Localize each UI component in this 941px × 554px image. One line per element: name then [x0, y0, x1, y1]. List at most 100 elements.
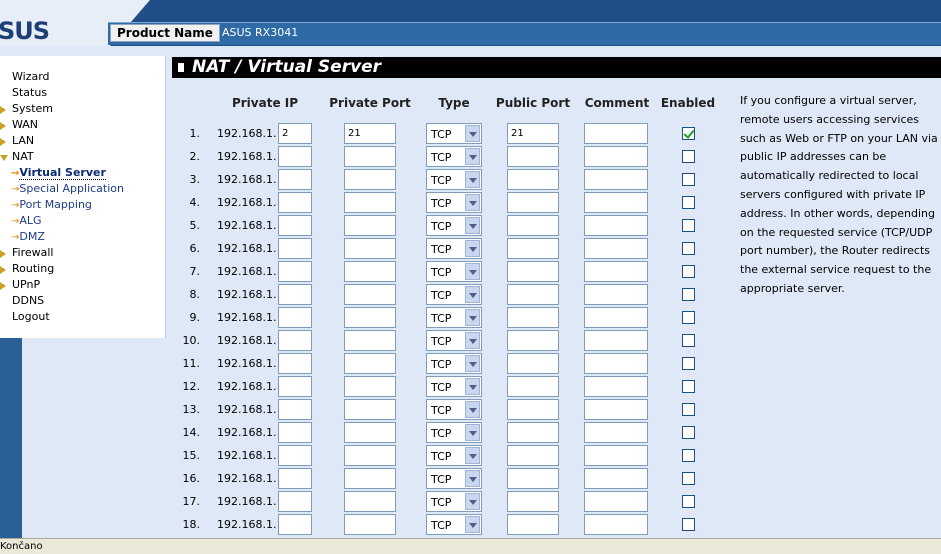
sidebar-subitem-virtual-server[interactable]: →Virtual Server [0, 165, 165, 181]
chevron-down-icon[interactable] [465, 355, 480, 372]
public-port-input[interactable] [507, 192, 559, 213]
private-port-input[interactable] [344, 192, 396, 213]
sidebar-item-lan[interactable]: LAN [0, 133, 165, 149]
chevron-down-icon[interactable] [465, 263, 480, 280]
enabled-checkbox[interactable] [682, 196, 695, 209]
private-ip-input[interactable] [278, 422, 312, 443]
chevron-down-icon[interactable] [465, 447, 480, 464]
public-port-input[interactable] [507, 445, 559, 466]
sidebar-item-logout[interactable]: Logout [0, 309, 165, 325]
type-select[interactable]: TCP [426, 261, 482, 282]
private-port-input[interactable] [344, 468, 396, 489]
sidebar-subitem-dmz[interactable]: →DMZ [0, 229, 165, 245]
private-ip-input[interactable] [278, 146, 312, 167]
comment-input[interactable] [584, 307, 648, 328]
chevron-down-icon[interactable] [465, 148, 480, 165]
private-ip-input[interactable] [278, 468, 312, 489]
chevron-down-icon[interactable] [465, 286, 480, 303]
enabled-checkbox[interactable] [682, 311, 695, 324]
public-port-input[interactable] [507, 169, 559, 190]
comment-input[interactable] [584, 215, 648, 236]
private-port-input[interactable] [344, 491, 396, 512]
comment-input[interactable] [584, 146, 648, 167]
comment-input[interactable] [584, 399, 648, 420]
chevron-down-icon[interactable] [465, 194, 480, 211]
sidebar-item-nat[interactable]: NAT [0, 149, 165, 165]
enabled-checkbox[interactable] [682, 403, 695, 416]
private-port-input[interactable] [344, 169, 396, 190]
comment-input[interactable] [584, 514, 648, 535]
chevron-down-icon[interactable] [465, 240, 480, 257]
public-port-input[interactable] [507, 146, 559, 167]
comment-input[interactable] [584, 169, 648, 190]
chevron-down-icon[interactable] [465, 493, 480, 510]
sidebar-item-firewall[interactable]: Firewall [0, 245, 165, 261]
enabled-checkbox[interactable] [682, 242, 695, 255]
comment-input[interactable] [584, 330, 648, 351]
comment-input[interactable] [584, 192, 648, 213]
sidebar-item-upnp[interactable]: UPnP [0, 277, 165, 293]
private-port-input[interactable] [344, 215, 396, 236]
private-port-input[interactable] [344, 307, 396, 328]
type-select[interactable]: TCP [426, 445, 482, 466]
public-port-input[interactable] [507, 399, 559, 420]
comment-input[interactable] [584, 445, 648, 466]
sidebar-subitem-port-mapping[interactable]: →Port Mapping [0, 197, 165, 213]
chevron-down-icon[interactable] [465, 332, 480, 349]
private-port-input[interactable] [344, 376, 396, 397]
public-port-input[interactable] [507, 353, 559, 374]
private-ip-input[interactable] [278, 307, 312, 328]
chevron-down-icon[interactable] [465, 309, 480, 326]
private-ip-input[interactable]: 2 [278, 123, 312, 144]
type-select[interactable]: TCP [426, 422, 482, 443]
private-port-input[interactable] [344, 514, 396, 535]
type-select[interactable]: TCP [426, 376, 482, 397]
chevron-down-icon[interactable] [465, 424, 480, 441]
public-port-input[interactable] [507, 330, 559, 351]
public-port-input[interactable] [507, 468, 559, 489]
comment-input[interactable] [584, 238, 648, 259]
private-ip-input[interactable] [278, 169, 312, 190]
private-ip-input[interactable] [278, 330, 312, 351]
public-port-input[interactable] [507, 422, 559, 443]
private-ip-input[interactable] [278, 376, 312, 397]
private-ip-input[interactable] [278, 192, 312, 213]
public-port-input[interactable] [507, 307, 559, 328]
chevron-down-icon[interactable] [465, 217, 480, 234]
chevron-down-icon[interactable] [465, 470, 480, 487]
type-select[interactable]: TCP [426, 399, 482, 420]
sidebar-item-ddns[interactable]: DDNS [0, 293, 165, 309]
private-port-input[interactable] [344, 422, 396, 443]
comment-input[interactable] [584, 468, 648, 489]
type-select[interactable]: TCP [426, 238, 482, 259]
type-select[interactable]: TCP [426, 514, 482, 535]
private-port-input[interactable] [344, 399, 396, 420]
private-port-input[interactable] [344, 445, 396, 466]
sidebar-item-wizard[interactable]: Wizard [0, 69, 165, 85]
private-port-input[interactable] [344, 261, 396, 282]
public-port-input[interactable] [507, 284, 559, 305]
type-select[interactable]: TCP [426, 169, 482, 190]
chevron-down-icon[interactable] [465, 378, 480, 395]
private-port-input[interactable] [344, 353, 396, 374]
private-port-input[interactable] [344, 330, 396, 351]
type-select[interactable]: TCP [426, 146, 482, 167]
chevron-down-icon[interactable] [465, 516, 480, 533]
comment-input[interactable] [584, 376, 648, 397]
type-select[interactable]: TCP [426, 192, 482, 213]
enabled-checkbox[interactable] [682, 288, 695, 301]
comment-input[interactable] [584, 353, 648, 374]
enabled-checkbox[interactable] [682, 357, 695, 370]
comment-input[interactable] [584, 284, 648, 305]
public-port-input[interactable] [507, 215, 559, 236]
type-select[interactable]: TCP [426, 353, 482, 374]
enabled-checkbox[interactable] [682, 518, 695, 531]
private-ip-input[interactable] [278, 215, 312, 236]
private-port-input[interactable] [344, 238, 396, 259]
public-port-input[interactable] [507, 491, 559, 512]
private-ip-input[interactable] [278, 284, 312, 305]
public-port-input[interactable]: 21 [507, 123, 559, 144]
sidebar-item-routing[interactable]: Routing [0, 261, 165, 277]
private-ip-input[interactable] [278, 353, 312, 374]
enabled-checkbox[interactable] [682, 449, 695, 462]
